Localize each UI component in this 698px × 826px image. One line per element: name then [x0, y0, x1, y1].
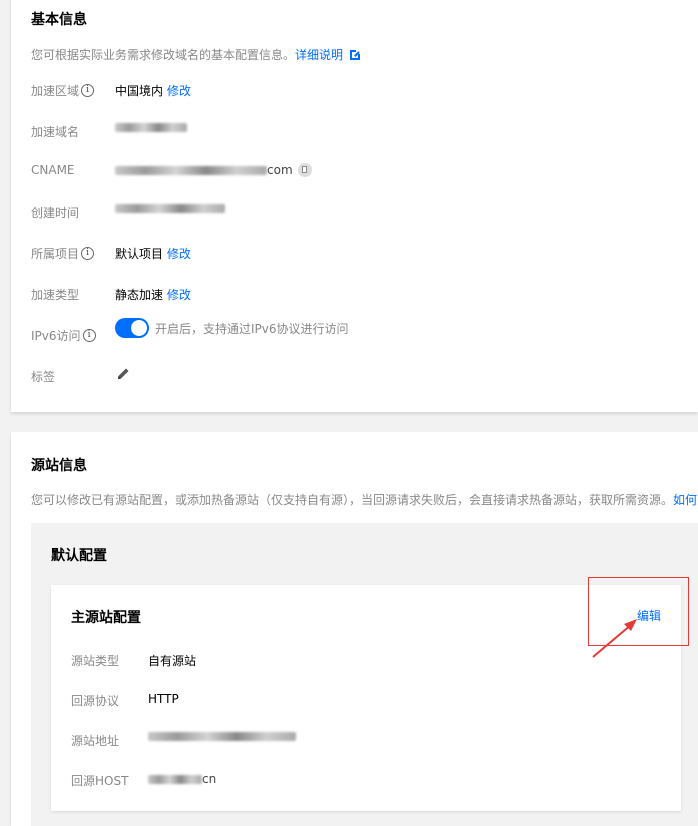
- domain-value: [115, 123, 187, 132]
- origin-info-title: 源站信息: [31, 458, 87, 474]
- ipv6-toggle[interactable]: [115, 318, 149, 338]
- origin-host-suffix: cn: [202, 772, 217, 786]
- redacted-origin-address: [148, 732, 296, 741]
- project-label: 所属项目: [31, 247, 80, 261]
- pencil-icon[interactable]: [117, 367, 130, 380]
- annotation-arrow-icon: [592, 619, 637, 658]
- origin-protocol-label: 回源协议: [71, 694, 120, 708]
- ipv6-hint: 开启后，支持通过IPv6协议进行访问: [155, 321, 349, 336]
- region-value-group: 中国境内 修改: [115, 82, 191, 99]
- info-icon[interactable]: i: [82, 329, 96, 342]
- external-link-icon[interactable]: [350, 49, 362, 60]
- info-icon[interactable]: i: [81, 247, 95, 260]
- basic-info-title: 基本信息: [31, 12, 87, 28]
- copy-icon[interactable]: [297, 163, 312, 177]
- origin-type-value: 自有源站: [148, 654, 197, 668]
- region-label: 加速区域: [31, 84, 80, 98]
- project-value-group: 默认项目 修改: [115, 245, 191, 262]
- type-label: 加速类型: [31, 288, 80, 302]
- default-config-title: 默认配置: [51, 548, 107, 564]
- origin-help-link[interactable]: 如何: [673, 493, 697, 507]
- type-value-group: 静态加速 修改: [115, 286, 191, 303]
- info-icon[interactable]: i: [81, 84, 95, 97]
- ipv6-label: IPv6访问: [31, 329, 81, 343]
- type-value: 静态加速: [115, 288, 164, 302]
- origin-host-value: cn: [148, 772, 216, 786]
- region-label-group: 加速区域 i: [31, 82, 95, 99]
- redacted-cname: [115, 165, 267, 175]
- redacted-domain: [115, 123, 187, 132]
- region-value: 中国境内: [115, 84, 164, 98]
- ipv6-label-group: IPv6访问 i: [31, 327, 96, 344]
- doc-link[interactable]: 详细说明: [295, 48, 343, 62]
- origin-address-value: [148, 732, 296, 741]
- cname-label: CNAME: [31, 163, 75, 177]
- default-config-panel: 默认配置 主源站配置 编辑 源站类型 自有源站 回源协议 HTTP 源站地址 回…: [31, 523, 698, 826]
- tags-label: 标签: [31, 370, 56, 384]
- toggle-knob: [131, 320, 147, 336]
- ipv6-value-group: 开启后，支持通过IPv6协议进行访问: [115, 318, 349, 338]
- domain-label: 加速域名: [31, 125, 80, 139]
- redacted-created-time: [115, 204, 225, 213]
- tags-value: [117, 367, 130, 380]
- cname-suffix: com: [267, 163, 293, 177]
- origin-description-text: 您可以修改已有源站配置，或添加热备源站（仅支持自有源），当回源请求失败后，会直接…: [31, 493, 674, 507]
- main-origin-card: 主源站配置 编辑 源站类型 自有源站 回源协议 HTTP 源站地址 回源HOST…: [51, 585, 681, 811]
- redacted-origin-host: [148, 774, 202, 784]
- origin-protocol-value: HTTP: [148, 692, 179, 706]
- created-label: 创建时间: [31, 206, 80, 220]
- created-value: [115, 204, 225, 213]
- origin-info-description: 您可以修改已有源站配置，或添加热备源站（仅支持自有源），当回源请求失败后，会直接…: [31, 491, 697, 508]
- main-origin-title: 主源站配置: [71, 610, 141, 626]
- cname-value: com: [115, 163, 312, 177]
- origin-type-label: 源站类型: [71, 654, 120, 668]
- origin-host-label: 回源HOST: [71, 774, 129, 788]
- basic-info-description-text: 您可根据实际业务需求修改域名的基本配置信息。: [31, 48, 296, 62]
- type-edit-link[interactable]: 修改: [167, 286, 191, 303]
- project-label-group: 所属项目 i: [31, 245, 95, 262]
- project-edit-link[interactable]: 修改: [167, 245, 191, 262]
- project-value: 默认项目: [115, 247, 164, 261]
- region-edit-link[interactable]: 修改: [167, 82, 191, 99]
- origin-address-label: 源站地址: [71, 734, 120, 748]
- basic-info-description: 您可根据实际业务需求修改域名的基本配置信息。详细说明: [31, 46, 362, 63]
- basic-info-card: 基本信息 您可根据实际业务需求修改域名的基本配置信息。详细说明 加速区域 i 中国…: [11, 0, 698, 412]
